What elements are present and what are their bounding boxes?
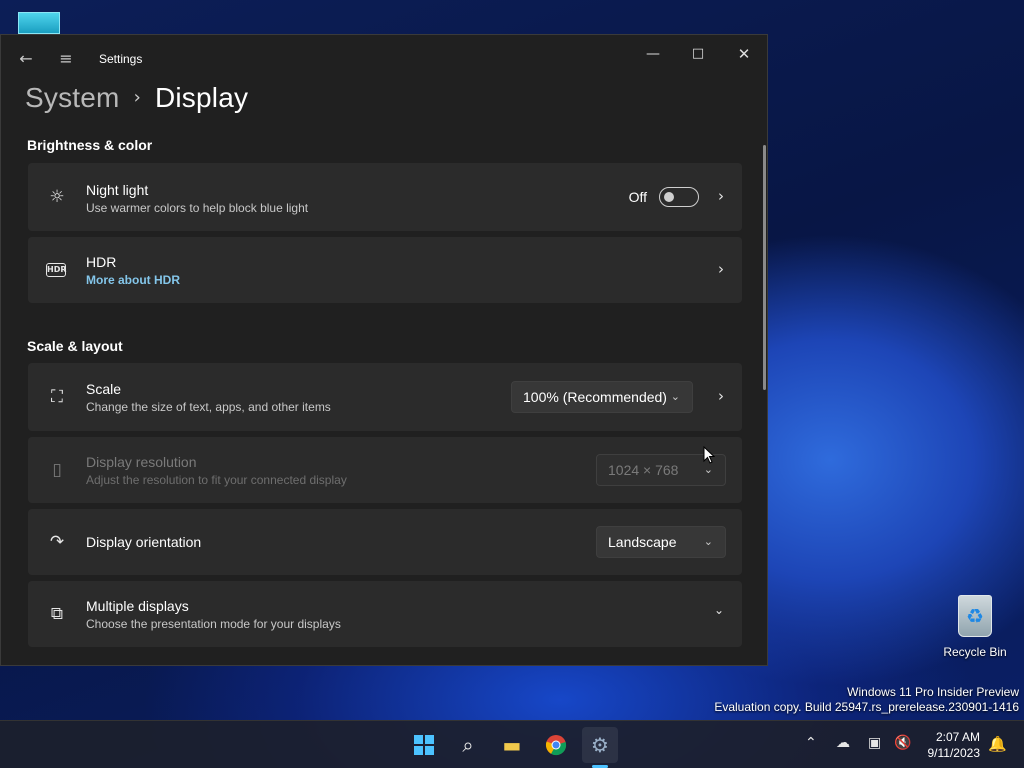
- os-watermark: Windows 11 Pro Insider Preview Evaluatio…: [714, 685, 1019, 715]
- window-title: Settings: [99, 52, 143, 66]
- resolution-title: Display resolution: [86, 454, 197, 470]
- clock-date: 9/11/2023: [927, 746, 981, 760]
- scale-icon: ⛶: [51, 387, 63, 407]
- chevron-right-icon[interactable]: ›: [718, 187, 724, 205]
- night-light-toggle[interactable]: [659, 187, 699, 207]
- maximize-button[interactable]: □: [678, 41, 718, 67]
- onedrive-icon[interactable]: ☁: [836, 735, 850, 751]
- orientation-value: Landscape: [608, 534, 677, 550]
- scrollbar-thumb[interactable]: [763, 145, 766, 390]
- network-icon[interactable]: ▣: [868, 735, 881, 751]
- search-icon[interactable]: ⌕: [450, 727, 486, 763]
- recycle-bin-label: Recycle Bin: [943, 645, 1007, 659]
- show-hidden-icons-icon[interactable]: ⌃: [805, 735, 817, 751]
- multiple-displays-desc: Choose the presentation mode for your di…: [86, 617, 341, 631]
- display-orientation-row[interactable]: ↷ Display orientation Landscape ⌄: [28, 509, 742, 575]
- orientation-title: Display orientation: [86, 534, 202, 550]
- start-logo: [414, 735, 434, 755]
- hdr-icon: HDR: [46, 263, 67, 277]
- back-arrow-icon[interactable]: ←: [15, 49, 37, 69]
- recycle-bin[interactable]: Recycle Bin: [938, 595, 1012, 661]
- settings-window: ← ≡ Settings — □ ✕ System › Display Bright…: [0, 34, 768, 666]
- breadcrumb: System › Display: [25, 82, 248, 114]
- watermark-line-1: Windows 11 Pro Insider Preview: [847, 685, 1019, 699]
- resolution-icon: ▯: [52, 460, 62, 480]
- chevron-right-icon[interactable]: ›: [718, 260, 724, 278]
- start-icon[interactable]: [406, 727, 442, 763]
- section-brightness-color: Brightness & color: [27, 137, 153, 153]
- taskbar: ⌕ ▬ ⚙ ⌃ ☁ ▣ 🔇 2:07 AM 9/11/2023 🔔: [0, 720, 1024, 768]
- night-light-state: Off: [628, 189, 647, 205]
- multiple-displays-icon: ⧉: [50, 604, 64, 624]
- chrome-logo: [545, 735, 567, 756]
- settings-icon[interactable]: ⚙: [582, 727, 618, 763]
- clock-time: 2:07 AM: [935, 730, 980, 744]
- hdr-more-link[interactable]: More about HDR: [86, 273, 180, 287]
- sun-icon: ☼: [49, 187, 65, 207]
- clock[interactable]: 2:07 AM 9/11/2023: [922, 729, 981, 761]
- chevron-down-icon: ⌄: [670, 390, 680, 403]
- night-light-row[interactable]: ☼ Night light Use warmer colors to help …: [28, 163, 742, 231]
- night-light-desc: Use warmer colors to help block blue lig…: [86, 201, 309, 215]
- hamburger-menu-icon[interactable]: ≡: [56, 49, 76, 69]
- night-light-title: Night light: [86, 182, 149, 198]
- mouse-cursor-icon: [703, 446, 715, 464]
- page-title: Display: [154, 82, 249, 113]
- chevron-right-icon[interactable]: ›: [718, 387, 724, 405]
- resolution-value: 1024 × 768: [608, 462, 679, 478]
- chevron-down-icon[interactable]: ⌄: [714, 603, 724, 617]
- recycle-bin-icon: [958, 595, 992, 637]
- section-scale-layout: Scale & layout: [27, 338, 123, 354]
- toggle-knob: [664, 192, 674, 202]
- scale-dropdown[interactable]: 100% (Recommended) ⌄: [511, 381, 693, 413]
- orientation-icon: ↷: [49, 532, 65, 552]
- hdr-row[interactable]: HDR HDR More about HDR ›: [28, 237, 742, 303]
- breadcrumb-separator: ›: [133, 87, 141, 108]
- notification-bell-icon[interactable]: 🔔: [988, 735, 1007, 753]
- watermark-line-2: Evaluation copy. Build 25947.rs_prerelea…: [714, 700, 1019, 714]
- volume-icon[interactable]: 🔇: [894, 735, 911, 751]
- desktop-shortcut-icon[interactable]: [18, 12, 60, 34]
- file-explorer-icon[interactable]: ▬: [494, 727, 530, 763]
- multiple-displays-title: Multiple displays: [86, 598, 189, 614]
- scale-row[interactable]: ⛶ Scale Change the size of text, apps, a…: [28, 363, 742, 431]
- hdr-title: HDR: [86, 254, 117, 270]
- scale-value: 100% (Recommended): [523, 389, 667, 405]
- scale-desc: Change the size of text, apps, and other…: [86, 400, 331, 414]
- multiple-displays-row[interactable]: ⧉ Multiple displays Choose the presentat…: [28, 581, 742, 647]
- orientation-dropdown[interactable]: Landscape ⌄: [596, 526, 726, 558]
- chrome-icon[interactable]: [538, 727, 574, 763]
- title-bar: ← ≡ Settings — □ ✕: [1, 35, 767, 83]
- scale-title: Scale: [86, 381, 122, 397]
- chevron-down-icon: ⌄: [703, 535, 713, 548]
- minimize-button[interactable]: —: [633, 41, 673, 67]
- resolution-desc: Adjust the resolution to fit your connec…: [86, 473, 347, 487]
- display-resolution-row: ▯ Display resolution Adjust the resoluti…: [28, 437, 742, 503]
- breadcrumb-system[interactable]: System: [25, 82, 120, 113]
- close-button[interactable]: ✕: [724, 41, 764, 67]
